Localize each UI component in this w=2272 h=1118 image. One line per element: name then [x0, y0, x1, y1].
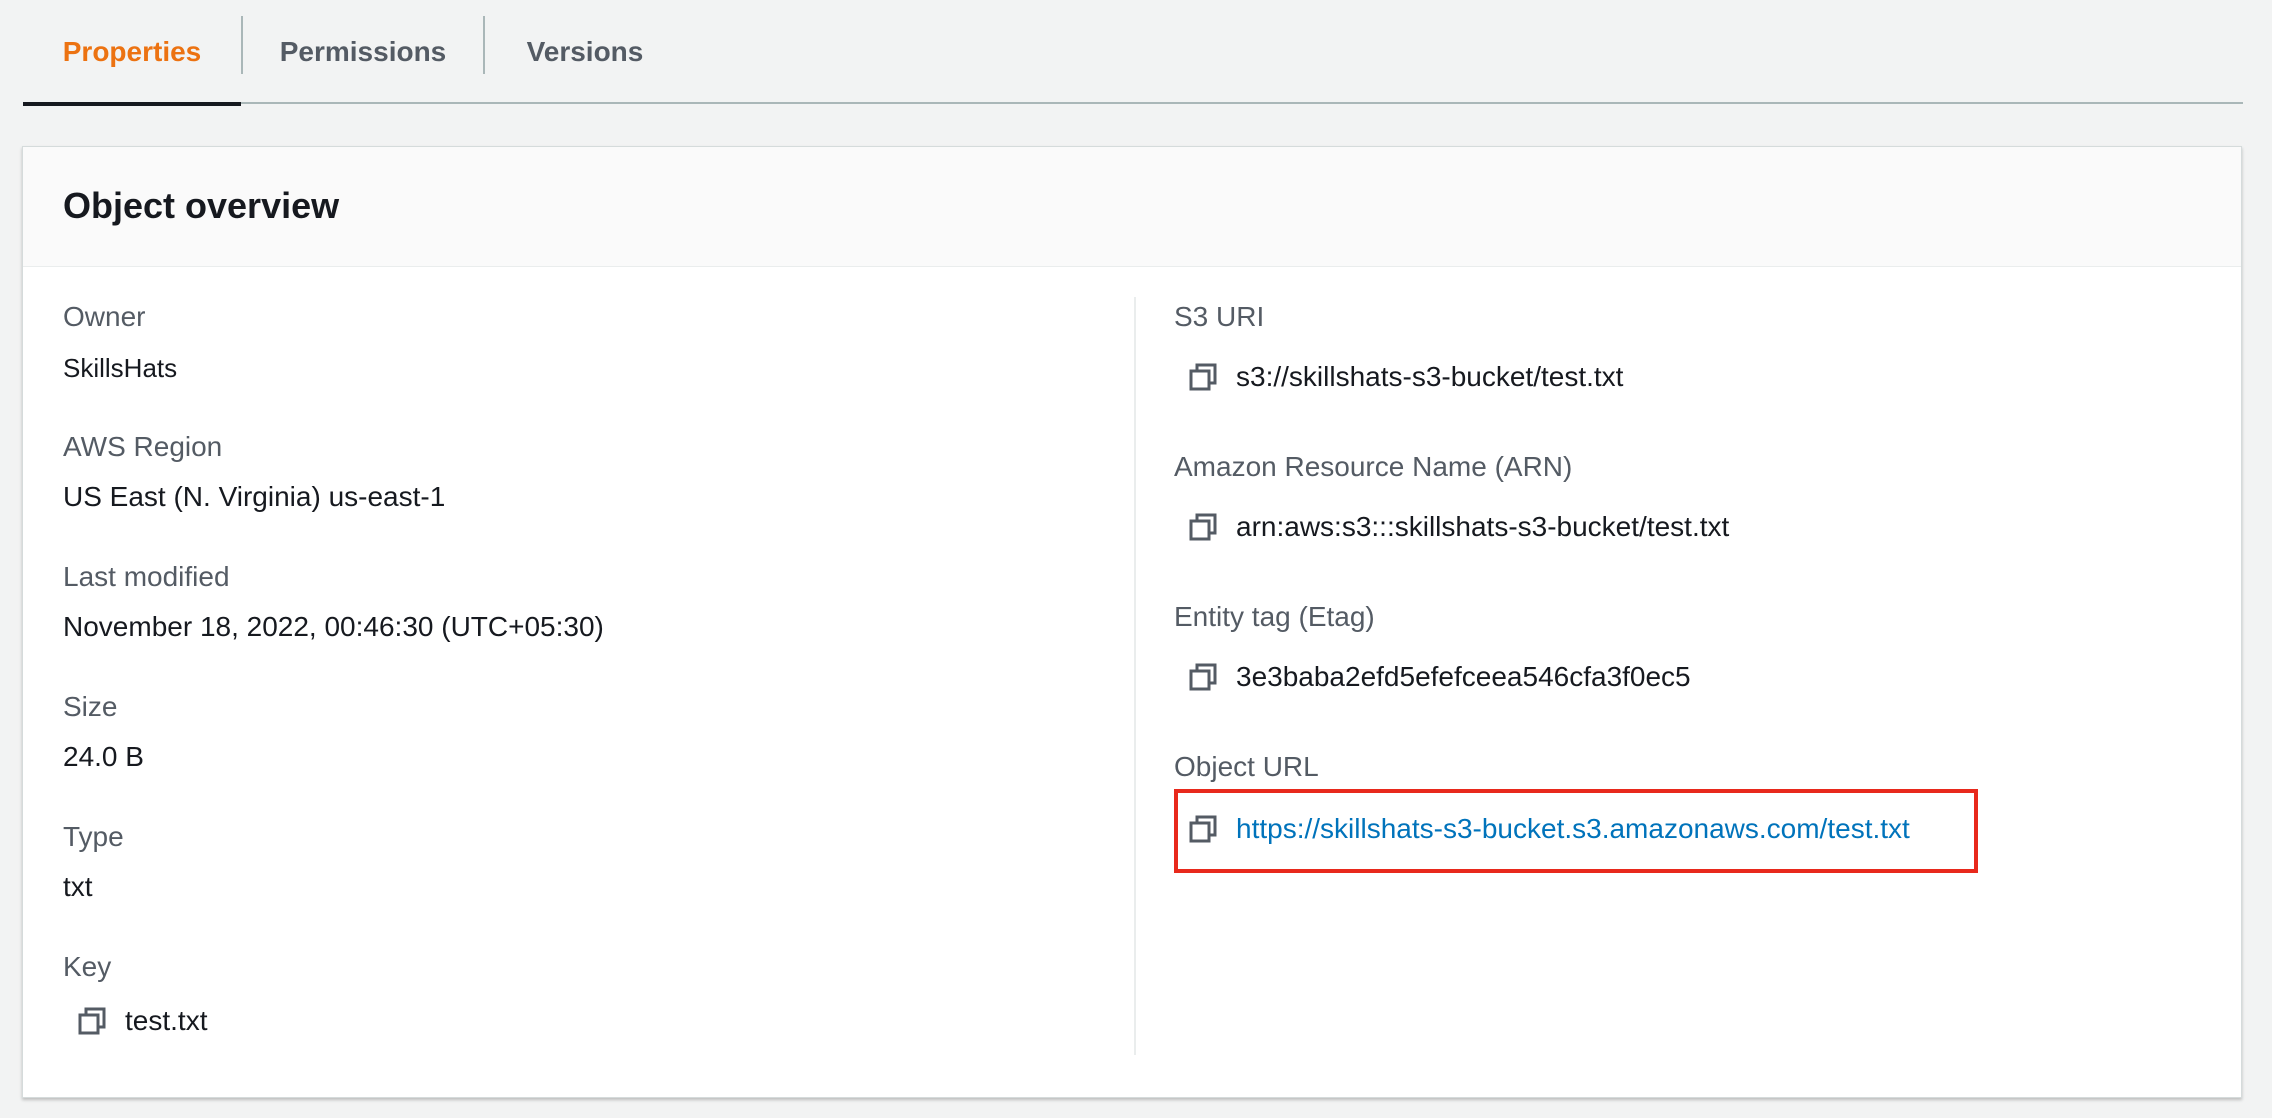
- object-url-link[interactable]: https://skillshats-s3-bucket.s3.amazonaw…: [1236, 813, 1910, 845]
- last-modified-label: Last modified: [63, 561, 230, 592]
- region-value: US East (N. Virginia) us-east-1: [63, 481, 446, 512]
- owner-label: Owner: [63, 301, 146, 332]
- copy-icon[interactable]: [1188, 512, 1218, 542]
- object-url-label: Object URL: [1174, 751, 1319, 782]
- object-overview-panel: Object overview Owner SkillsHats AWS Reg…: [22, 146, 2242, 1098]
- region-label: AWS Region: [63, 431, 223, 462]
- type-value: txt: [63, 871, 93, 902]
- size-label: Size: [63, 691, 118, 722]
- tab-versions-label: Versions: [526, 36, 644, 67]
- tab-bar: Properties Permissions Versions: [23, 0, 2243, 106]
- etag-row: 3e3baba2efd5efefceea546cfa3f0ec5: [1188, 657, 1691, 697]
- copy-icon[interactable]: [77, 1006, 107, 1036]
- s3-uri-value: s3://skillshats-s3-bucket/test.txt: [1236, 361, 1624, 392]
- column-divider: [1134, 297, 1136, 1055]
- size-value: 24.0 B: [63, 741, 144, 772]
- key-label: Key: [63, 951, 112, 982]
- type-label: Type: [63, 821, 124, 852]
- tab-versions[interactable]: Versions: [485, 0, 685, 104]
- copy-icon[interactable]: [1188, 814, 1218, 844]
- tab-properties[interactable]: Properties: [23, 0, 241, 106]
- copy-icon[interactable]: [1188, 662, 1218, 692]
- copy-icon[interactable]: [1188, 362, 1218, 392]
- tab-permissions-label: Permissions: [279, 36, 447, 67]
- arn-label: Amazon Resource Name (ARN): [1174, 451, 1573, 482]
- s3-uri-row: s3://skillshats-s3-bucket/test.txt: [1188, 357, 1623, 397]
- last-modified-value: November 18, 2022, 00:46:30 (UTC+05:30): [63, 611, 604, 642]
- s3-uri-label: S3 URI: [1174, 301, 1265, 332]
- arn-row: arn:aws:s3:::skillshats-s3-bucket/test.t…: [1188, 507, 1729, 547]
- panel-header: Object overview: [23, 147, 2241, 267]
- key-value: test.txt: [125, 1005, 208, 1036]
- etag-label: Entity tag (Etag): [1174, 601, 1375, 632]
- arn-value: arn:aws:s3:::skillshats-s3-bucket/test.t…: [1236, 511, 1730, 542]
- object-url-row: https://skillshats-s3-bucket.s3.amazonaw…: [1188, 809, 1910, 849]
- panel-title: Object overview: [63, 185, 340, 226]
- tab-properties-label: Properties: [62, 36, 202, 67]
- key-row: test.txt: [77, 1001, 207, 1041]
- owner-value: SkillsHats: [63, 353, 178, 383]
- tab-permissions[interactable]: Permissions: [243, 0, 483, 104]
- etag-value: 3e3baba2efd5efefceea546cfa3f0ec5: [1236, 661, 1691, 692]
